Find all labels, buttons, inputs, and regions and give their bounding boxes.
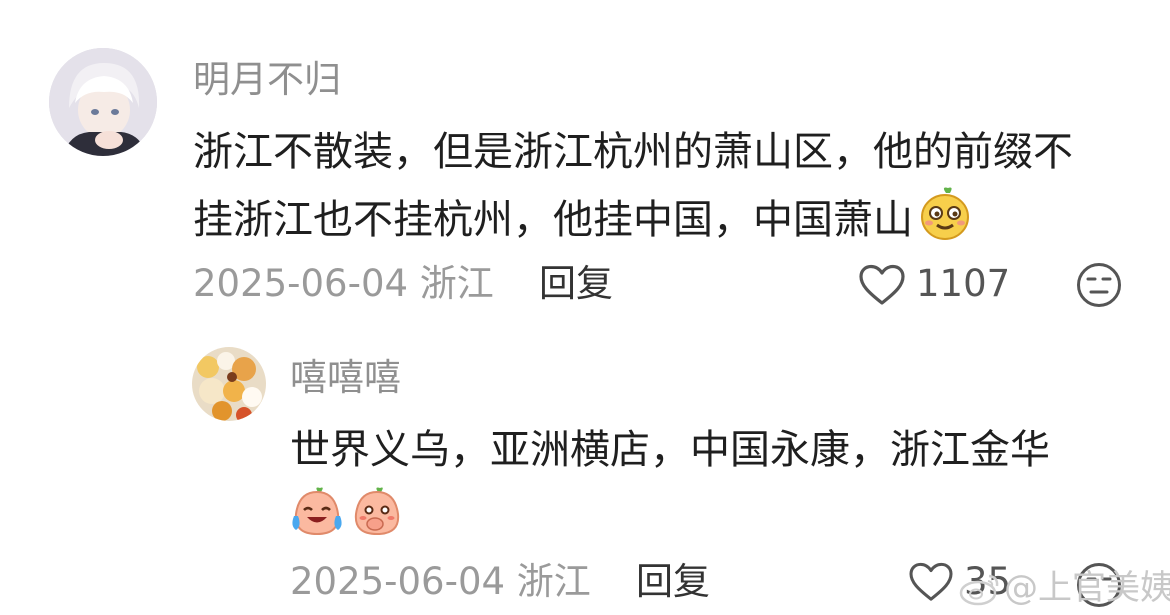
user-avatar[interactable]: [192, 347, 266, 421]
giggle-emoji-icon: [351, 486, 403, 542]
anime-avatar-icon: [49, 48, 157, 156]
watermark: @上官美姨: [958, 566, 1170, 610]
comment-text-segment: 挂浙江也不挂杭州，他挂中国，中国萧山: [193, 197, 913, 243]
comment-text: 浙江不散装，但是浙江杭州的萧山区，他的前缀不 挂浙江也不挂杭州，他挂中国，中国萧…: [193, 119, 1133, 261]
meh-face-icon: [1077, 263, 1121, 307]
weibo-icon: [959, 574, 999, 606]
laugh-cry-emoji-icon: [290, 486, 344, 542]
like-count: 1107: [916, 262, 1011, 305]
comment-date: 2025-06-04: [290, 560, 506, 603]
comment-text: 世界义乌，亚洲横店，中国永康，浙江金华: [290, 417, 1150, 483]
comment-meta: 2025-06-04 浙江: [290, 560, 591, 604]
reply-button[interactable]: 回复: [539, 262, 613, 306]
reply-button[interactable]: 回复: [636, 560, 710, 604]
user-avatar[interactable]: [49, 48, 157, 156]
username[interactable]: 明月不归: [193, 58, 341, 102]
like-button[interactable]: 1107: [858, 262, 1018, 308]
heart-icon: [909, 562, 953, 601]
comment-date: 2025-06-04: [193, 262, 409, 305]
comment-text-line: 挂浙江也不挂杭州，他挂中国，中国萧山: [193, 185, 1133, 261]
comment-location: 浙江: [419, 262, 494, 305]
username[interactable]: 嘻嘻嘻: [290, 356, 401, 400]
smug-face-emoji-icon: [917, 185, 973, 261]
watermark-text: @上官美姨: [1004, 568, 1170, 608]
comment-location: 浙江: [516, 560, 591, 603]
food-avatar-icon: [192, 347, 266, 421]
heart-icon: [859, 264, 905, 305]
comment-text-line: 浙江不散装，但是浙江杭州的萧山区，他的前缀不: [193, 129, 1073, 175]
dislike-button[interactable]: [1076, 262, 1122, 312]
comment-meta: 2025-06-04 浙江: [193, 262, 494, 306]
emoji-row: [290, 486, 403, 542]
comment-text-line: 世界义乌，亚洲横店，中国永康，浙江金华: [290, 427, 1050, 473]
